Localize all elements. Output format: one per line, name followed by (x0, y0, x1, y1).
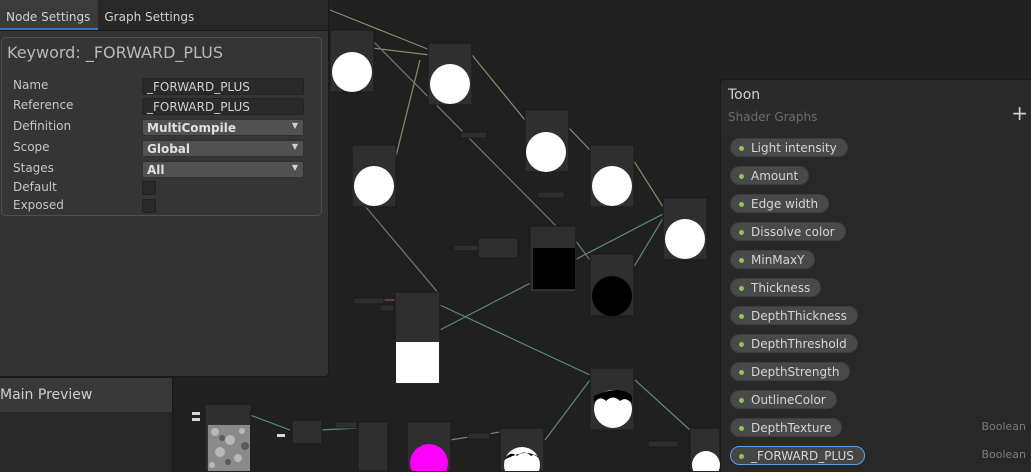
scope-value: Global (147, 142, 191, 156)
definition-value: MultiCompile (147, 121, 236, 135)
property-pill[interactable]: Light intensity (730, 138, 848, 157)
row-exposed: Exposed (13, 198, 318, 216)
stages-dropdown[interactable]: All ▼ (142, 161, 304, 178)
property-pill[interactable]: OutlineColor (730, 390, 837, 409)
stages-label: Stages (13, 161, 54, 175)
list-item[interactable]: OutlineColor (730, 389, 837, 410)
property-label: Thickness (751, 281, 811, 295)
row-reference: Reference _FORWARD_PLUS (13, 98, 318, 116)
tab-node-settings[interactable]: Node Settings (0, 0, 99, 30)
list-item[interactable]: Dissolve color (730, 221, 846, 242)
default-label: Default (13, 180, 57, 194)
row-stages: Stages All ▼ (13, 161, 318, 179)
name-field[interactable]: _FORWARD_PLUS (142, 78, 304, 95)
property-dot-icon (739, 314, 744, 319)
property-pill[interactable]: Thickness (730, 278, 822, 297)
property-dot-icon (739, 230, 744, 235)
property-label: MinMaxY (751, 253, 805, 267)
list-item[interactable]: DepthThreshold (730, 333, 858, 354)
property-pill[interactable]: DepthThickness (730, 306, 858, 325)
row-default: Default (13, 180, 318, 198)
property-label: DepthTexture (751, 421, 832, 435)
property-pill[interactable]: DepthTexture (730, 418, 843, 437)
chevron-down-icon: ▼ (291, 121, 298, 130)
property-label: _FORWARD_PLUS (751, 449, 854, 463)
chevron-down-icon: ▼ (291, 142, 298, 151)
list-item[interactable]: _FORWARD_PLUS Boolean (730, 445, 1031, 466)
row-definition: Definition MultiCompile ▼ (13, 119, 318, 137)
row-name: Name _FORWARD_PLUS (13, 78, 318, 96)
plus-icon[interactable]: + (1011, 103, 1028, 123)
property-dot-icon (739, 426, 744, 431)
property-label: DepthThickness (751, 309, 847, 323)
scope-label: Scope (13, 140, 50, 154)
property-pill[interactable]: MinMaxY (730, 250, 816, 269)
list-item[interactable]: DepthThickness (730, 305, 858, 326)
property-pill[interactable]: DepthStrength (730, 362, 851, 381)
property-dot-icon (739, 342, 744, 347)
list-item[interactable]: Thickness (730, 277, 822, 298)
name-label: Name (13, 78, 49, 92)
property-pill[interactable]: DepthThreshold (730, 334, 858, 353)
property-pill[interactable]: Dissolve color (730, 222, 846, 241)
property-label: Dissolve color (751, 225, 835, 239)
property-dot-icon (739, 398, 744, 403)
blackboard: Toon Shader Graphs + Light intensity Amo… (720, 79, 1031, 472)
property-dot-icon (739, 146, 744, 151)
tab-graph-settings[interactable]: Graph Settings (98, 0, 202, 30)
property-dot-icon (739, 258, 744, 263)
row-scope: Scope Global ▼ (13, 140, 318, 158)
property-type: Boolean (981, 420, 1026, 433)
property-label: DepthThreshold (751, 337, 847, 351)
property-dot-icon (739, 454, 744, 459)
list-item[interactable]: Amount (730, 165, 810, 186)
property-pill[interactable]: Amount (730, 166, 810, 185)
blackboard-title: Toon (728, 87, 761, 103)
list-item[interactable]: Light intensity (730, 137, 848, 158)
main-preview[interactable]: Main Preview (0, 377, 173, 472)
property-label: OutlineColor (751, 393, 826, 407)
property-label: DepthStrength (751, 365, 840, 379)
property-dot-icon (739, 174, 744, 179)
blackboard-property-list: Light intensity Amount Edge width Dissol… (721, 137, 1031, 472)
exposed-label: Exposed (13, 198, 64, 212)
list-item[interactable]: Edge width (730, 193, 830, 214)
keyword-properties: Keyword: _FORWARD_PLUS Name _FORWARD_PLU… (1, 37, 322, 216)
reference-field[interactable]: _FORWARD_PLUS (142, 98, 304, 115)
reference-label: Reference (13, 98, 74, 112)
property-type: Boolean (981, 448, 1026, 461)
list-item[interactable]: DepthStrength (730, 361, 851, 382)
blackboard-subtitle: Shader Graphs (728, 110, 818, 124)
chevron-down-icon: ▼ (291, 163, 298, 172)
scope-dropdown[interactable]: Global ▼ (142, 140, 304, 157)
property-label: Light intensity (751, 141, 837, 155)
list-item[interactable]: MinMaxY (730, 249, 816, 270)
property-label: Amount (751, 169, 799, 183)
graph-inspector: Node Settings Graph Settings Keyword: _F… (0, 0, 329, 377)
property-pill[interactable]: Edge width (730, 194, 830, 213)
stages-value: All (147, 163, 165, 177)
property-label: Edge width (751, 197, 819, 211)
property-dot-icon (739, 286, 744, 291)
property-dot-icon (739, 370, 744, 375)
property-pill-selected[interactable]: _FORWARD_PLUS (730, 446, 865, 465)
definition-dropdown[interactable]: MultiCompile ▼ (142, 119, 304, 136)
definition-label: Definition (13, 119, 72, 133)
inspector-title: Keyword: _FORWARD_PLUS (7, 43, 224, 62)
main-preview-title: Main Preview (0, 378, 172, 412)
exposed-checkbox[interactable] (142, 199, 156, 213)
default-checkbox[interactable] (142, 181, 156, 195)
inspector-tabs: Node Settings Graph Settings (0, 0, 328, 31)
list-item[interactable]: DepthTexture Boolean (730, 417, 1031, 438)
property-dot-icon (739, 202, 744, 207)
